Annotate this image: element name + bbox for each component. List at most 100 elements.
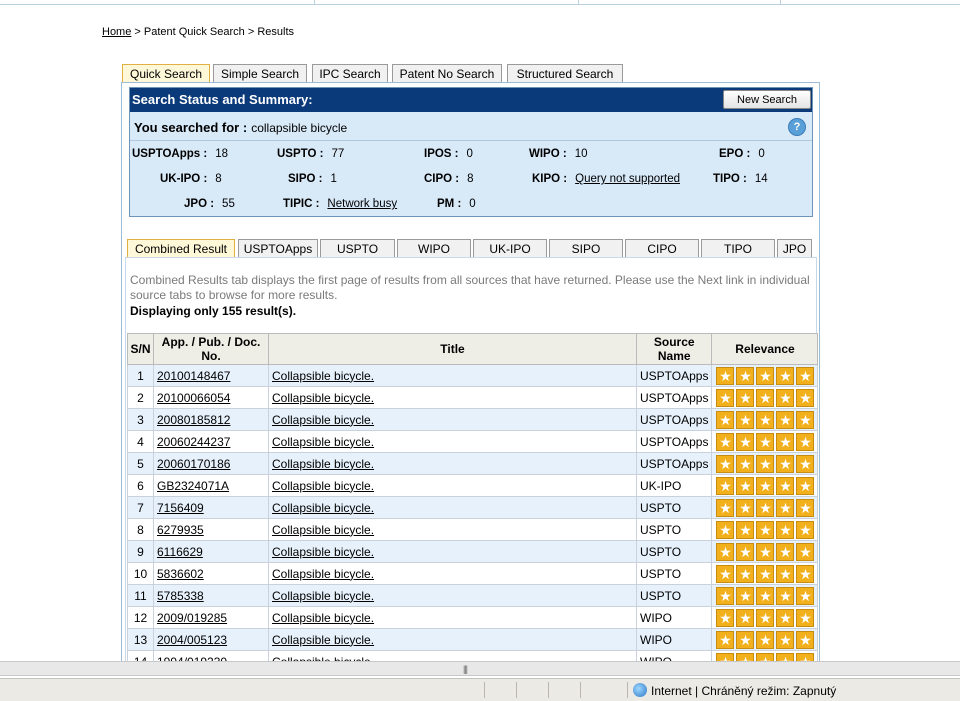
title-link[interactable]: Collapsible bicycle. [272,369,374,383]
title-link[interactable]: Collapsible bicycle. [272,633,374,647]
relevance-stars: ★★★★★ [715,498,815,517]
title-link[interactable]: Collapsible bicycle. [272,567,374,581]
row-title: Collapsible bicycle. [268,364,637,387]
breadcrumb-home-link[interactable]: Home [102,26,131,38]
tab-jpo[interactable]: JPO [777,239,812,257]
row-doc-no: 2009/019285 [153,606,269,629]
row-sn: 4 [127,430,154,453]
tab-structured-search[interactable]: Structured Search [507,64,623,82]
row-doc-no: 6116629 [153,540,269,563]
relevance-stars: ★★★★★ [715,476,815,495]
tab-sipo[interactable]: SIPO [549,239,623,257]
tab-uk-ipo[interactable]: UK-IPO [473,239,547,257]
relevance-star-icon: ★ [756,410,775,429]
relevance-star-icon: ★ [756,586,775,605]
relevance-star-icon: ★ [736,542,755,561]
relevance-star-icon: ★ [736,586,755,605]
security-zone[interactable]: Internet | Chráněný režim: Zapnutý [633,683,836,698]
relevance-star-icon: ★ [756,366,775,385]
doc-no-link[interactable]: GB2324071A [157,479,229,493]
row-source: USPTOApps [635,386,713,409]
tab-cipo[interactable]: CIPO [625,239,699,257]
title-link[interactable]: Collapsible bicycle. [272,479,374,493]
doc-no-link[interactable]: 7156409 [157,501,204,515]
relevance-star-icon: ★ [716,542,735,561]
doc-no-link[interactable]: 20100066054 [157,391,230,405]
tab-patent-no-search[interactable]: Patent No Search [392,64,502,82]
header-app-no: App. / Pub. / Doc. No. [153,333,269,365]
row-title: Collapsible bicycle. [268,430,637,453]
tab-uspto[interactable]: USPTO [320,239,395,257]
relevance-star-icon: ★ [736,432,755,451]
title-link[interactable]: Collapsible bicycle. [272,523,374,537]
tab-simple-search[interactable]: Simple Search [213,64,307,82]
title-link[interactable]: Collapsible bicycle. [272,435,374,449]
doc-no-link[interactable]: 20100148467 [157,369,230,383]
row-sn: 8 [127,518,154,541]
row-doc-no: 20060244237 [153,430,269,453]
tab-usptoapps[interactable]: USPTOApps [238,239,318,257]
stat-pm: PM :0 [437,198,476,210]
relevance-star-icon: ★ [736,388,755,407]
relevance-star-icon: ★ [796,410,815,429]
relevance-star-icon: ★ [776,564,795,583]
relevance-stars: ★★★★★ [715,410,815,429]
relevance-star-icon: ★ [716,366,735,385]
table-row: 9 6116629 Collapsible bicycle. USPTO ★ ★ ★ ★ ★ [127,540,819,563]
doc-no-link[interactable]: 2004/005123 [157,633,227,647]
title-link[interactable]: Collapsible bicycle. [272,501,374,515]
row-source: USPTO [635,562,713,585]
tab-tipo[interactable]: TIPO [701,239,775,257]
table-row: 12 2009/019285 Collapsible bicycle. WIPO ★ ★ ★… [127,606,819,629]
help-icon[interactable]: ? [788,118,806,136]
row-sn: 10 [127,562,154,585]
doc-no-link[interactable]: 6279935 [157,523,204,537]
header-source: Source Name [635,333,713,365]
title-link[interactable]: Collapsible bicycle. [272,457,374,471]
table-row: 5 20060170186 Collapsible bicycle. USPTOApp… [127,452,819,475]
relevance-star-icon: ★ [776,498,795,517]
table-row: 4 20060244237 Collapsible bicycle. USPTOApp… [127,430,819,453]
relevance-star-icon: ★ [756,542,775,561]
relevance-star-icon: ★ [716,388,735,407]
new-search-button[interactable]: New Search [723,90,811,109]
tipic-network-busy-link[interactable]: Network busy [327,198,397,210]
doc-no-link[interactable]: 20080185812 [157,413,230,427]
scrollbar-grip-icon[interactable]: ||| [463,664,468,674]
relevance-star-icon: ★ [776,388,795,407]
doc-no-link[interactable]: 6116629 [157,545,203,559]
tab-wipo[interactable]: WIPO [397,239,471,257]
title-link[interactable]: Collapsible bicycle. [272,391,374,405]
relevance-star-icon: ★ [716,520,735,539]
row-relevance: ★★★★★ [711,562,819,585]
relevance-star-icon: ★ [736,498,755,517]
relevance-star-icon: ★ [796,366,815,385]
tab-quick-search[interactable]: Quick Search [122,64,210,83]
header-title: Title [268,333,637,365]
doc-no-link[interactable]: 5785338 [157,589,204,603]
kipo-query-not-supported-link[interactable]: Query not supported [575,173,680,185]
doc-no-link[interactable]: 20060244237 [157,435,230,449]
stat-sipo: SIPO :1 [288,173,337,185]
row-sn: 3 [127,408,154,431]
row-source: USPTO [635,584,713,607]
title-link[interactable]: Collapsible bicycle. [272,611,374,625]
title-link[interactable]: Collapsible bicycle. [272,545,374,559]
row-doc-no: 7156409 [153,496,269,519]
table-row: 10 5836602 Collapsible bicycle. USPTO ★ ★ ★ ★ ★ [127,562,819,585]
doc-no-link[interactable]: 20060170186 [157,457,230,471]
tab-ipc-search[interactable]: IPC Search [312,64,388,82]
relevance-star-icon: ★ [796,564,815,583]
row-sn: 11 [127,584,154,607]
doc-no-link[interactable]: 5836602 [157,567,204,581]
horizontal-scrollbar[interactable]: ||| [0,661,960,676]
title-link[interactable]: Collapsible bicycle. [272,589,374,603]
row-relevance: ★★★★★ [711,452,819,475]
doc-no-link[interactable]: 2009/019285 [157,611,227,625]
stat-cipo: CIPO :8 [424,173,474,185]
title-link[interactable]: Collapsible bicycle. [272,413,374,427]
row-title: Collapsible bicycle. [268,408,637,431]
tab-combined-result[interactable]: Combined Result [127,239,235,258]
relevance-star-icon: ★ [776,476,795,495]
row-sn: 9 [127,540,154,563]
